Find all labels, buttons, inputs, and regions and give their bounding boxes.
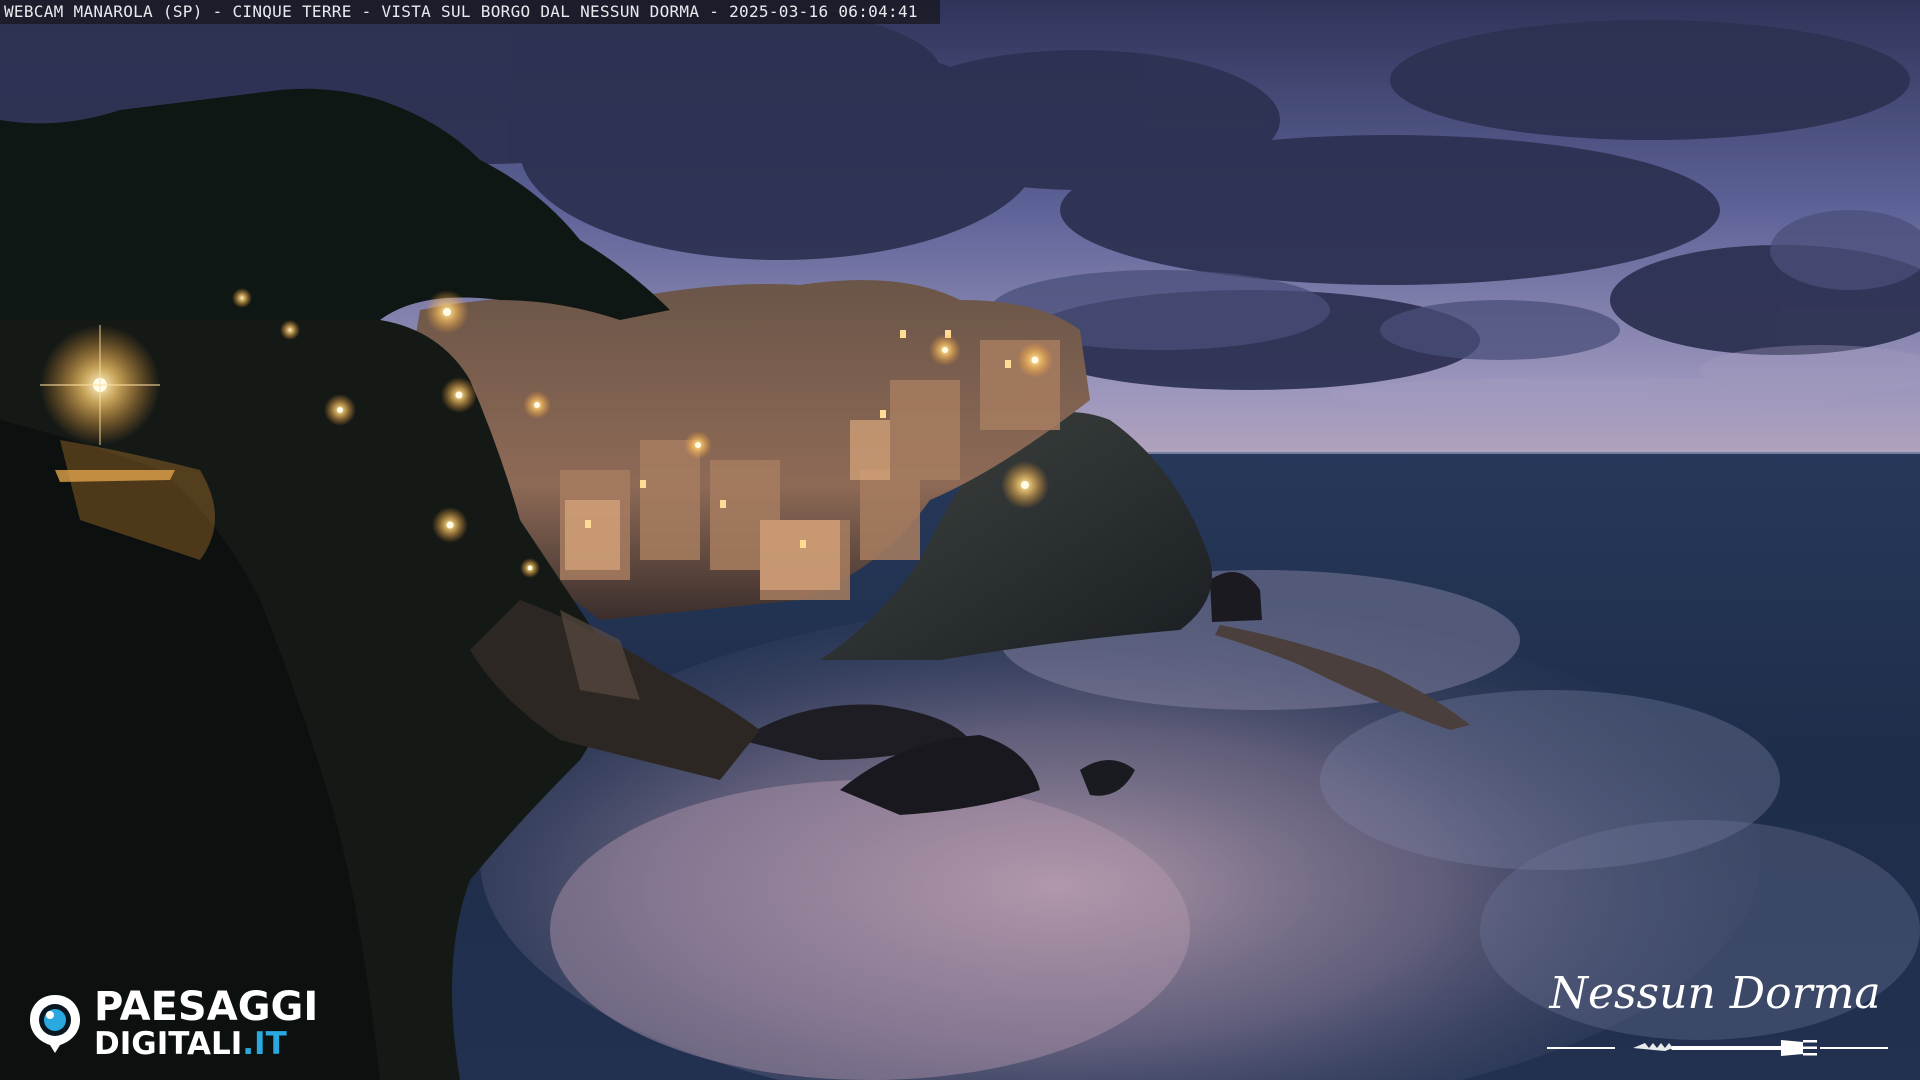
- logo-line-1: PAESAGGI: [94, 983, 319, 1030]
- logo-line-2: DIGITALI.IT: [94, 1025, 318, 1062]
- paesaggi-digitali-logo: PAESAGGI DIGITALI.IT: [26, 987, 318, 1060]
- nessun-dorma-wordmark: Nessun Dorma: [1548, 968, 1880, 1019]
- webcam-frame: WEBCAM MANAROLA (SP) - CINQUE TERRE - VI…: [0, 0, 1920, 1080]
- nessun-dorma-logo: Nessun Dorma: [1547, 968, 1888, 1056]
- manarola-scene: [0, 0, 1920, 1080]
- eye-logo-icon: [30, 995, 80, 1053]
- fork-icon: [1633, 1040, 1817, 1056]
- logo-wordmark: PAESAGGI DIGITALI.IT: [94, 987, 318, 1060]
- logo-tld: .IT: [242, 1025, 287, 1062]
- logo-line-2-main: DIGITALI: [94, 1025, 243, 1062]
- webcam-caption: WEBCAM MANAROLA (SP) - CINQUE TERRE - VI…: [0, 0, 940, 24]
